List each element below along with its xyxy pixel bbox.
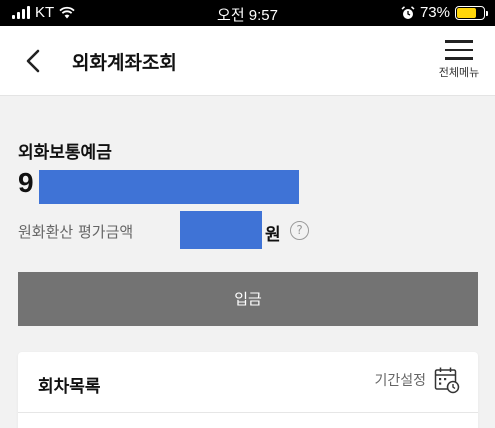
deposit-button[interactable]: 입금	[18, 272, 478, 326]
page-title: 외화계좌조회	[72, 52, 177, 74]
card-divider	[18, 412, 478, 413]
account-number-redaction	[39, 170, 299, 204]
all-menu-label: 전체메뉴	[438, 65, 480, 79]
krw-eval-amount-redaction	[180, 211, 262, 249]
krw-unit: 원	[265, 225, 281, 245]
nav-header: 외화계좌조회 전체메뉴	[0, 26, 495, 96]
alarm-icon	[401, 5, 415, 19]
round-list-card: 회차목록 기간설정	[18, 352, 478, 428]
status-bar: KT 오전 9:57 73%	[0, 0, 495, 26]
krw-eval-label: 원화환산 평가금액	[18, 223, 134, 241]
help-icon[interactable]: ?	[290, 221, 309, 240]
account-type: 외화보통예금	[18, 143, 112, 163]
status-right: 73%	[401, 4, 488, 21]
back-chevron-icon[interactable]	[22, 48, 46, 74]
round-list-title: 회차목록	[38, 377, 101, 397]
all-menu-button[interactable]: 전체메뉴	[435, 38, 483, 90]
account-number: 9	[18, 167, 34, 198]
hamburger-menu-icon	[445, 40, 473, 60]
battery-percent: 73%	[419, 4, 450, 21]
battery-icon	[455, 5, 488, 20]
period-setting-button[interactable]: 기간설정	[374, 366, 460, 394]
period-setting-label: 기간설정	[374, 373, 426, 389]
calendar-settings-icon	[434, 367, 460, 394]
